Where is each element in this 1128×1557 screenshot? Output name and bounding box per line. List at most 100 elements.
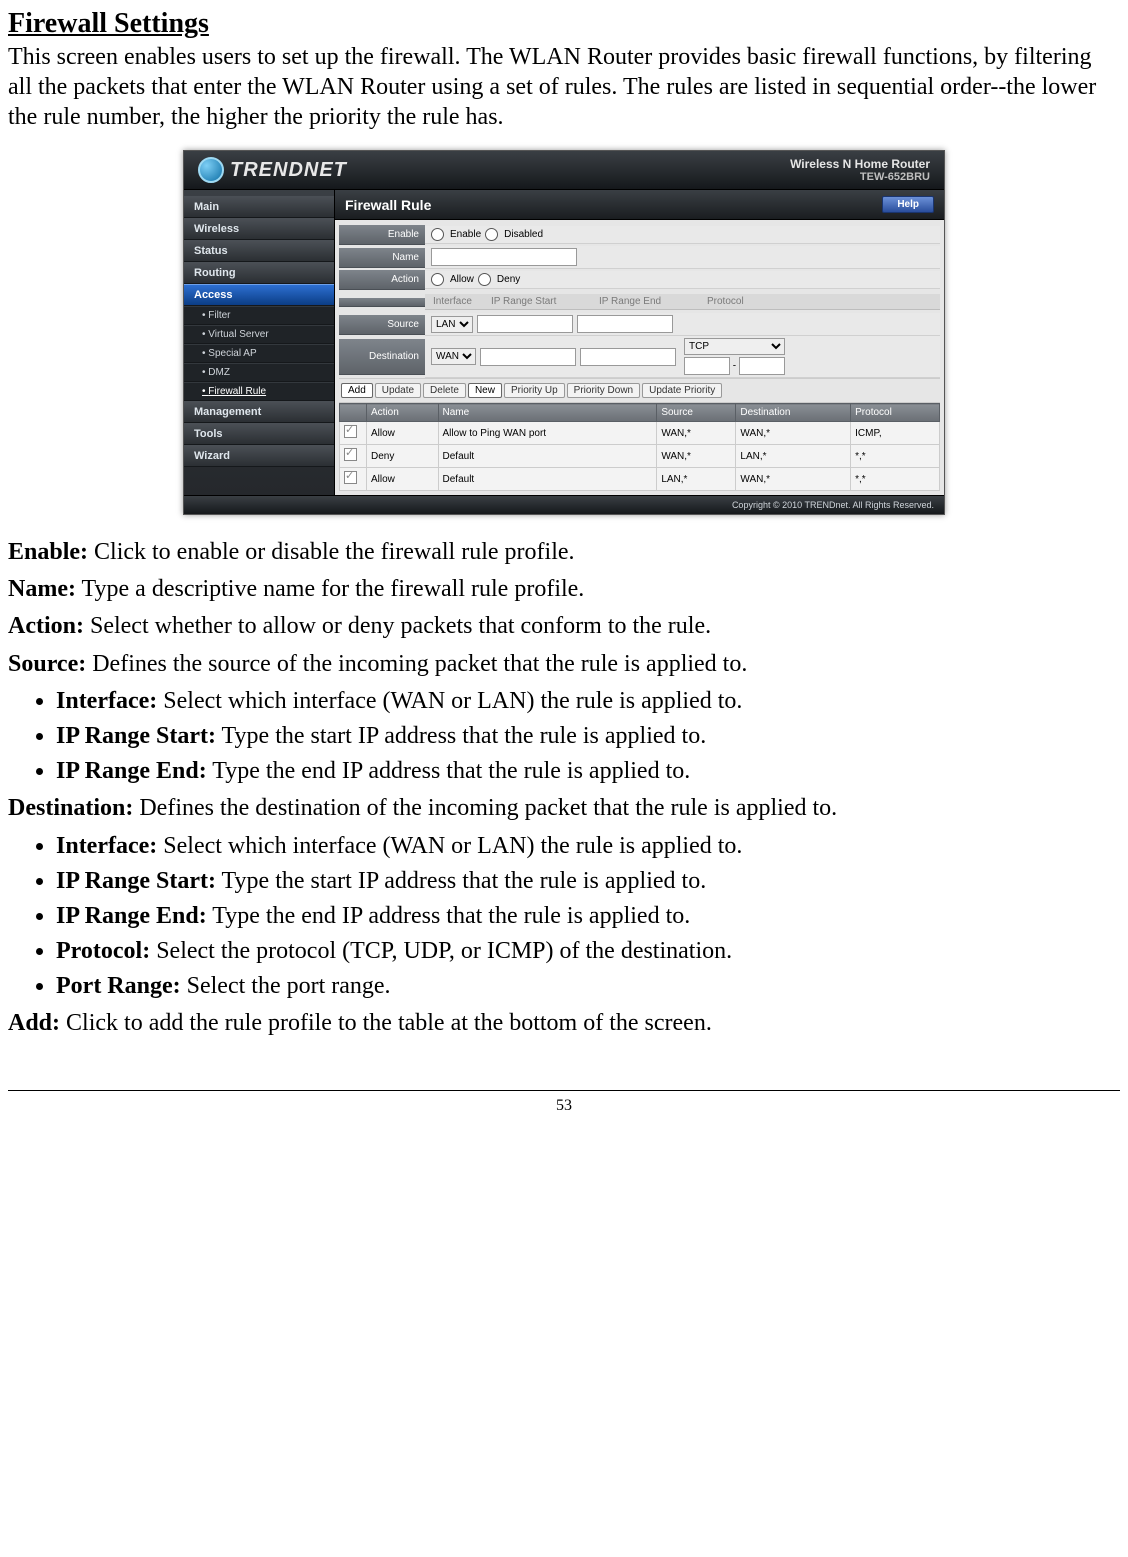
table-row[interactable]: Allow Allow to Ping WAN port WAN,* WAN,*… bbox=[340, 422, 940, 445]
th-source: Source bbox=[657, 404, 736, 422]
row2-name: Default bbox=[438, 468, 657, 491]
sidebar-nav: Main Wireless Status Routing Access • Fi… bbox=[184, 190, 335, 495]
nav-wireless[interactable]: Wireless bbox=[184, 218, 334, 240]
row1-dest: LAN,* bbox=[736, 445, 851, 468]
nav-main[interactable]: Main bbox=[184, 196, 334, 218]
row1-proto: *,* bbox=[851, 445, 940, 468]
th-check bbox=[340, 404, 367, 422]
panel-titlebar: Firewall Rule Help bbox=[335, 190, 944, 220]
brand-text: TRENDNET bbox=[230, 159, 347, 182]
nav-tools[interactable]: Tools bbox=[184, 423, 334, 445]
help-button[interactable]: Help bbox=[882, 196, 934, 213]
page-title: Firewall Settings bbox=[8, 8, 1120, 40]
source-ipstart-input[interactable] bbox=[477, 315, 573, 333]
source-interface-select[interactable]: LAN bbox=[431, 316, 473, 333]
update-priority-button[interactable]: Update Priority bbox=[642, 383, 722, 398]
th-destination: Destination bbox=[736, 404, 851, 422]
add-button[interactable]: Add bbox=[341, 383, 373, 398]
def-dest-ipstart: IP Range Start: Type the start IP addres… bbox=[56, 866, 1120, 897]
priority-down-button[interactable]: Priority Down bbox=[567, 383, 640, 398]
dest-interface-select[interactable]: WAN bbox=[431, 348, 476, 365]
def-action: Action: Select whether to allow or deny … bbox=[8, 611, 1120, 642]
nav-sub-filter[interactable]: • Filter bbox=[184, 306, 334, 325]
port-start-input[interactable] bbox=[684, 357, 730, 375]
row-checkbox[interactable] bbox=[344, 425, 357, 438]
destination-label: Destination bbox=[339, 339, 425, 375]
def-destination: Destination: Defines the destination of … bbox=[8, 793, 1120, 824]
nav-sub-virtual-server[interactable]: • Virtual Server bbox=[184, 325, 334, 344]
allow-radio[interactable] bbox=[431, 273, 444, 286]
router-model-code: TEW-652BRU bbox=[790, 171, 930, 183]
nav-sub-sap-label: Special AP bbox=[208, 348, 256, 359]
def-source-ipstart: IP Range Start: Type the start IP addres… bbox=[56, 721, 1120, 752]
copyright-footer: Copyright © 2010 TRENDnet. All Rights Re… bbox=[184, 495, 944, 514]
name-label: Name bbox=[339, 248, 425, 268]
nav-routing[interactable]: Routing bbox=[184, 262, 334, 284]
priority-up-button[interactable]: Priority Up bbox=[504, 383, 565, 398]
nav-sub-special-ap[interactable]: • Special AP bbox=[184, 344, 334, 363]
table-row[interactable]: Deny Default WAN,* LAN,* *,* bbox=[340, 445, 940, 468]
enable-label: Enable bbox=[339, 225, 425, 245]
source-ipend-input[interactable] bbox=[577, 315, 673, 333]
nav-management[interactable]: Management bbox=[184, 401, 334, 423]
dest-protocol-select[interactable]: TCP bbox=[684, 338, 785, 355]
disabled-radio[interactable] bbox=[485, 228, 498, 241]
action-opt1: Allow bbox=[450, 274, 474, 285]
panel-title: Firewall Rule bbox=[345, 197, 431, 213]
def-name: Name: Type a descriptive name for the fi… bbox=[8, 574, 1120, 605]
router-screenshot: TRENDNET Wireless N Home Router TEW-652B… bbox=[183, 150, 945, 515]
nav-sub-firewall-rule[interactable]: • Firewall Rule bbox=[184, 382, 334, 401]
enable-opt1: Enable bbox=[450, 229, 481, 240]
row2-source: LAN,* bbox=[657, 468, 736, 491]
nav-status[interactable]: Status bbox=[184, 240, 334, 262]
row2-proto: *,* bbox=[851, 468, 940, 491]
row-checkbox[interactable] bbox=[344, 471, 357, 484]
hdr-ipstart: IP Range Start bbox=[489, 296, 593, 307]
enable-radio[interactable] bbox=[431, 228, 444, 241]
nav-wizard[interactable]: Wizard bbox=[184, 445, 334, 467]
source-label: Source bbox=[339, 315, 425, 335]
nav-sub-fw-label: Firewall Rule bbox=[208, 386, 266, 397]
row-checkbox[interactable] bbox=[344, 448, 357, 461]
row2-dest: WAN,* bbox=[736, 468, 851, 491]
nav-sub-dmz[interactable]: • DMZ bbox=[184, 363, 334, 382]
action-opt2: Deny bbox=[497, 274, 520, 285]
dest-ipstart-input[interactable] bbox=[480, 348, 576, 366]
page-number: 53 bbox=[8, 1090, 1120, 1115]
def-source-list: Interface: Select which interface (WAN o… bbox=[56, 686, 1120, 788]
row2-action: Allow bbox=[367, 468, 439, 491]
deny-radio[interactable] bbox=[478, 273, 491, 286]
delete-button[interactable]: Delete bbox=[423, 383, 466, 398]
th-name: Name bbox=[438, 404, 657, 422]
row0-action: Allow bbox=[367, 422, 439, 445]
port-end-input[interactable] bbox=[739, 357, 785, 375]
blank-label bbox=[339, 298, 425, 307]
hdr-interface: Interface bbox=[431, 296, 485, 307]
row1-action: Deny bbox=[367, 445, 439, 468]
def-enable: Enable: Click to enable or disable the f… bbox=[8, 537, 1120, 568]
nav-access[interactable]: Access bbox=[184, 284, 334, 306]
action-label: Action bbox=[339, 270, 425, 290]
nav-sub-dmz-label: DMZ bbox=[208, 367, 230, 378]
def-dest-protocol: Protocol: Select the protocol (TCP, UDP,… bbox=[56, 936, 1120, 967]
update-button[interactable]: Update bbox=[375, 383, 421, 398]
def-dest-portrange: Port Range: Select the port range. bbox=[56, 971, 1120, 1002]
hdr-protocol: Protocol bbox=[705, 296, 769, 307]
name-input[interactable] bbox=[431, 248, 577, 266]
page-intro: This screen enables users to set up the … bbox=[8, 42, 1120, 132]
def-source-interface: Interface: Select which interface (WAN o… bbox=[56, 686, 1120, 717]
content-panel: Firewall Rule Help Enable Enable Disable… bbox=[335, 190, 944, 495]
rules-table: Action Name Source Destination Protocol … bbox=[339, 403, 940, 491]
router-model-title: Wireless N Home Router bbox=[790, 157, 930, 171]
logo-icon bbox=[198, 157, 224, 183]
router-header: TRENDNET Wireless N Home Router TEW-652B… bbox=[184, 151, 944, 190]
table-row[interactable]: Allow Default LAN,* WAN,* *,* bbox=[340, 468, 940, 491]
row0-dest: WAN,* bbox=[736, 422, 851, 445]
def-add: Add: Click to add the rule profile to th… bbox=[8, 1008, 1120, 1039]
th-protocol: Protocol bbox=[851, 404, 940, 422]
button-row: Add Update Delete New Priority Up Priori… bbox=[339, 378, 940, 403]
def-dest-interface: Interface: Select which interface (WAN o… bbox=[56, 831, 1120, 862]
nav-sub-filter-label: Filter bbox=[208, 310, 230, 321]
new-button[interactable]: New bbox=[468, 383, 502, 398]
dest-ipend-input[interactable] bbox=[580, 348, 676, 366]
